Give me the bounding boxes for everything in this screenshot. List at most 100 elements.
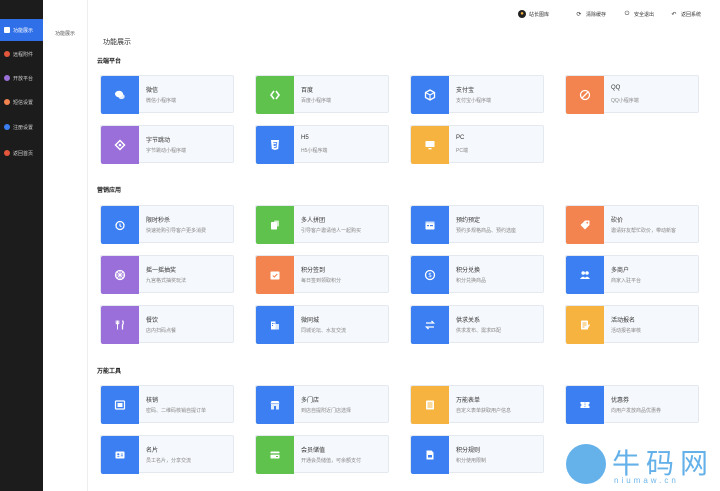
card-reservation[interactable]: 预约预定 预约多规格商品、预约选座 [410,205,544,244]
avatar-icon: ● [518,10,526,18]
card-verify[interactable]: 核销 密码、二维码核销自提订单 [100,385,234,424]
exchange-icon [411,306,449,344]
card-points-rule[interactable]: 积分规则 积分使用限制 [410,435,544,474]
card-bytedance[interactable]: 字节跳动 字节跳动小程序端 [100,125,234,164]
card-desc: 同城论坛、水友交流 [301,328,347,334]
card-checkin[interactable]: 积分签到 每日签到领取积分 [255,255,389,294]
card-wechat[interactable]: 微信 微信小程序端 [100,75,234,114]
card-title: 微同城 [301,318,320,324]
sidebar-item-label: 短信设置 [13,99,34,106]
card-title: 多商户 [611,268,630,274]
card-title: 百度 [301,88,314,94]
qq-icon [566,76,604,114]
card-title: 万能表单 [456,398,481,404]
card-title: 积分兑换 [456,268,481,274]
card-h5[interactable]: H5 H5小程序端 [255,125,389,164]
platform-icon [4,75,10,81]
card-title: 积分签到 [301,268,326,274]
card-desc: 积分使用限制 [456,458,487,464]
card-desc: 九宫格式抽奖玩法 [146,278,187,284]
sidebar-item-label: 开放平台 [13,75,34,82]
sidebar-item-register[interactable]: 注册设置 [0,116,43,138]
card-desc: 字节跳动小程序端 [146,148,187,154]
watermark-subtext: niumaw.cn [614,476,679,485]
clear-cache-label: 清除缓存 [586,11,607,18]
card-coupon[interactable]: 优惠券 向用户发放商品优惠券 [565,385,699,424]
home-icon [4,150,10,156]
page-title: 功能展示 [103,39,131,46]
card-desc: 支付宝小程序端 [456,98,492,104]
back-system-label: 返回系统 [681,11,702,18]
card-member-recharge[interactable]: 会员储值 开通会员储值，可余额支付 [255,435,389,474]
card-multi-store[interactable]: 多门店 到店自提附近门店选择 [255,385,389,424]
card-title: 预约预定 [456,218,481,224]
clear-cache-button[interactable]: ⟳ 清除缓存 [575,9,606,19]
card-desc: 百度小程序端 [301,98,332,104]
svg-text:$: $ [428,272,432,279]
card-title: 积分规则 [456,448,481,454]
card-desc: 密码、二维码核销自提订单 [146,408,207,414]
card-event-signup[interactable]: 活动报名 活动报名审核 [565,305,699,344]
card-desc: 供求发布、需求匹配 [456,328,502,334]
card-desc: 预约多规格商品、预约选座 [456,228,517,234]
sidebar-item-label: 返回首页 [13,150,34,157]
card-points-exchange[interactable]: $ 积分兑换 积分兑换商品 [410,255,544,294]
coupon-icon [566,386,604,424]
card-desc: 每日签到领取积分 [301,278,342,284]
bytedance-icon [101,126,139,164]
card-title: 供求关系 [456,318,481,324]
form-icon [566,306,604,344]
card-desc: 活动报名审核 [611,328,642,334]
register-icon [4,124,10,130]
card-supply-demand[interactable]: 供求关系 供求发布、需求匹配 [410,305,544,344]
card-desc: 快速抢购引导客户更多消费 [146,228,207,234]
card-desc: 积分兑换商品 [456,278,487,284]
card-desc: 邀请好友帮忙砍价，带动新客 [611,228,677,234]
baidu-icon [256,76,294,114]
subnav-item-feature[interactable]: 功能展示 [43,27,88,41]
card-desc: 商家入驻平台 [611,278,642,284]
card-desc: 微信小程序端 [146,98,177,104]
card-qq[interactable]: QQ QQ小程序端 [565,75,699,114]
store-icon [256,386,294,424]
card-bargain[interactable]: 砍价 邀请好友帮忙砍价，带动新客 [565,205,699,244]
card-title: 餐饮 [146,318,159,324]
card-baidu[interactable]: 百度 百度小程序端 [255,75,389,114]
sidebar-item-platform[interactable]: 开放平台 [0,67,43,89]
card-city[interactable]: 微同城 同城论坛、水友交流 [255,305,389,344]
card-business-card[interactable]: 名片 员工名片，分享交流 [100,435,234,474]
sidebar-item-sms[interactable]: 短信设置 [0,91,43,113]
scan-icon [101,386,139,424]
sidebar-item-attachment[interactable]: 远程附件 [0,43,43,65]
logout-label: 安全退出 [634,11,655,18]
section-title-marketing: 营销应用 [97,188,122,194]
checkin-icon [256,256,294,294]
logout-button[interactable]: ⏻ 安全退出 [623,9,654,19]
card-title: 活动报名 [611,318,636,324]
card-pc[interactable]: PC PC端 [410,125,544,164]
logout-icon: ⏻ [624,10,630,17]
card-title: 会员储值 [301,448,326,454]
back-system-button[interactable]: ↶ 返回系统 [670,9,701,19]
card-group-buy[interactable]: 多人拼团 引导客户邀请他人一起购买 [255,205,389,244]
card-title: 核销 [146,398,159,404]
card-desc: H5小程序端 [301,148,328,154]
card-lottery[interactable]: 摇一摇抽奖 九宫格式抽奖玩法 [100,255,234,294]
user-menu[interactable]: ● 站长图库 [518,9,549,19]
card-title: 支付宝 [456,88,475,94]
wallet-icon [256,436,294,474]
card-desc: 自定义表单获取用户信息 [456,408,512,414]
main-content: 功能展示 云端平台 微信 微信小程序端 百度 百度小程序端 支付宝 支付宝小程序… [88,28,720,491]
coin-icon: $ [411,256,449,294]
sidebar-item-feature[interactable]: 功能展示 [0,19,43,41]
card-multi-merchant[interactable]: 多商户 商家入驻平台 [565,255,699,294]
sidebar-item-home[interactable]: 返回首页 [0,142,43,164]
card-flash-sale[interactable]: 限时秒杀 快速抢购引导客户更多消费 [100,205,234,244]
card-universal-form[interactable]: 万能表单 自定义表单获取用户信息 [410,385,544,424]
card-dining[interactable]: 餐饮 店内扫码点餐 [100,305,234,344]
lottery-icon [101,256,139,294]
grid-icon [4,27,10,33]
watermark: 牛码网 niumaw.cn [560,440,720,491]
card-alipay[interactable]: 支付宝 支付宝小程序端 [410,75,544,114]
h5-icon [256,126,294,164]
